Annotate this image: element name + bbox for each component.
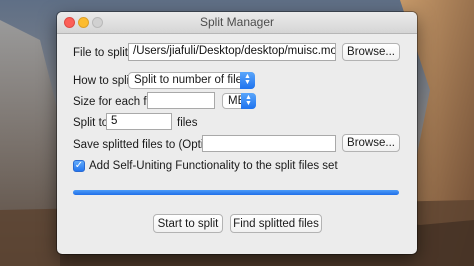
size-unit-select[interactable]: MB ▲ ▼	[222, 93, 256, 109]
split-to-label: Split to	[73, 117, 109, 129]
file-path-field[interactable]: /Users/jiafuli/Desktop/desktop/muisc.mov	[128, 43, 336, 61]
split-to-suffix: files	[177, 117, 198, 129]
save-path-field[interactable]	[202, 135, 336, 152]
chevron-up-down-icon: ▲ ▼	[240, 72, 255, 89]
find-splitted-files-button[interactable]: Find splitted files	[230, 214, 322, 233]
split-progress-bar	[73, 190, 399, 195]
size-each-file-label: Size for each file	[73, 96, 159, 108]
browse-file-button[interactable]: Browse...	[342, 43, 400, 61]
window-title: Split Manager	[199, 15, 275, 29]
self-uniting-checkbox[interactable]: ✓	[73, 160, 85, 172]
how-to-split-label: How to split	[73, 75, 133, 87]
split-method-select[interactable]: Split to number of files ▲ ▼	[128, 72, 255, 89]
size-each-file-field[interactable]	[147, 92, 215, 109]
self-uniting-label: Add Self-Uniting Functionality to the sp…	[89, 160, 338, 172]
file-to-split-label: File to split	[73, 47, 128, 59]
desktop: Split Manager File to split /Users/jiafu…	[0, 0, 474, 266]
progress-fill	[73, 190, 399, 195]
title-bar[interactable]: Split Manager	[57, 12, 417, 34]
split-manager-window: Split Manager File to split /Users/jiafu…	[57, 12, 417, 254]
split-count-field[interactable]: 5	[106, 113, 172, 130]
browse-save-button[interactable]: Browse...	[342, 134, 400, 152]
split-method-value: Split to number of files	[134, 74, 248, 86]
start-split-button[interactable]: Start to split	[153, 214, 223, 233]
chevron-up-down-icon: ▲ ▼	[241, 93, 256, 109]
